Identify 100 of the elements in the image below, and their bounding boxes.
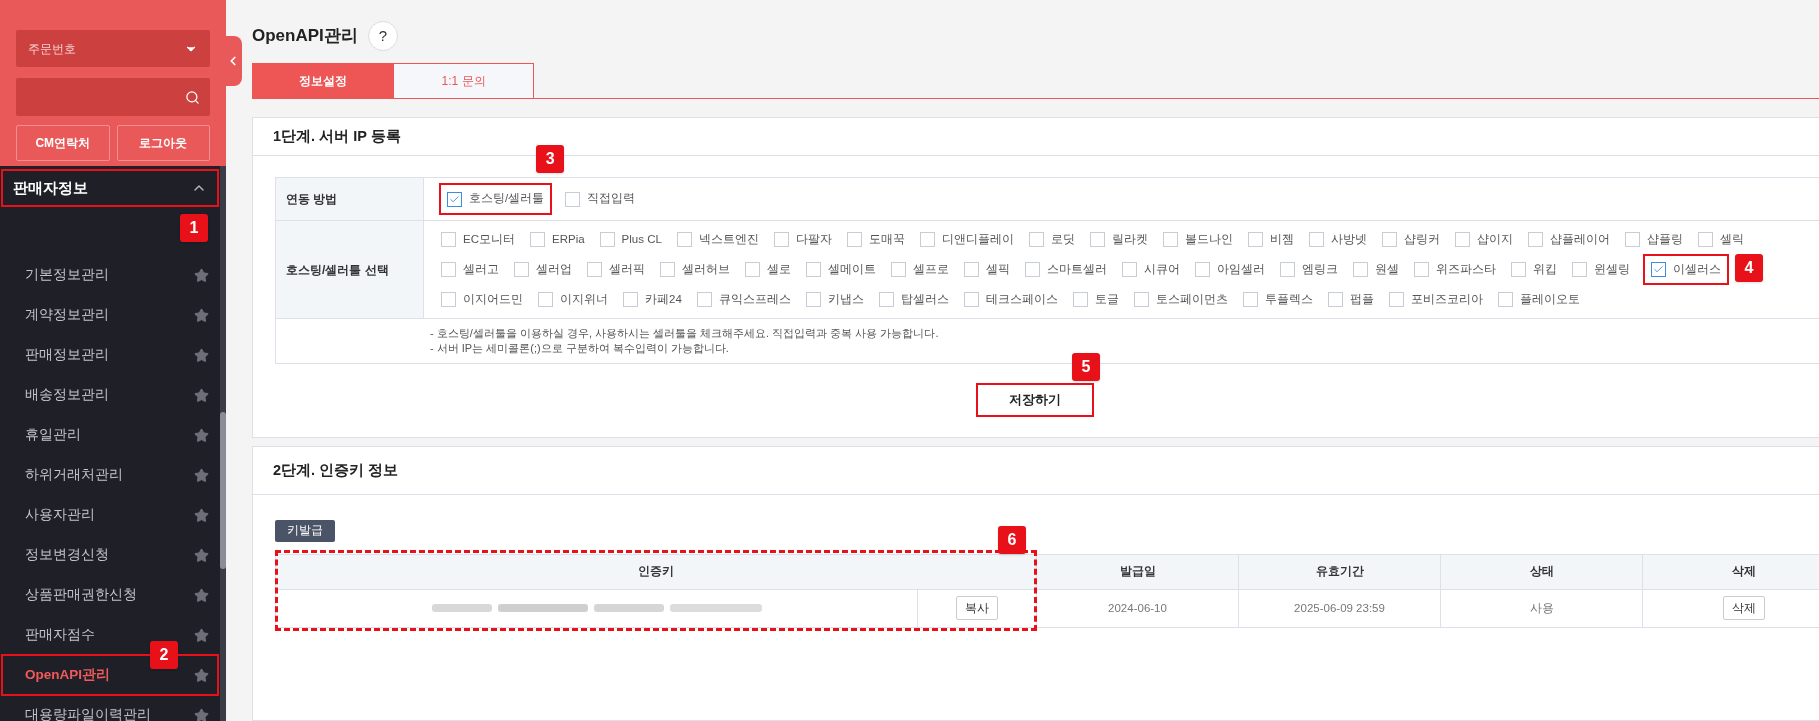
- checkbox[interactable]: [1133, 292, 1149, 308]
- sidebar-item[interactable]: 판매자점수: [25, 624, 95, 646]
- checkbox[interactable]: [587, 262, 602, 277]
- checkbox[interactable]: [1308, 231, 1324, 247]
- step-badge: 6: [998, 525, 1026, 554]
- checkbox[interactable]: [1089, 231, 1105, 247]
- save-button[interactable]: 저장하기: [976, 383, 1094, 417]
- sidebar-item[interactable]: OpenAPI관리: [25, 664, 110, 686]
- checkbox[interactable]: [447, 191, 462, 207]
- star-icon[interactable]: [194, 627, 209, 643]
- sidebar-item[interactable]: 상품판매권한신청: [25, 584, 137, 606]
- checkbox[interactable]: [623, 292, 638, 308]
- checkbox[interactable]: [599, 231, 615, 247]
- menu-section-header[interactable]: 판매자정보: [3, 171, 217, 205]
- checkbox[interactable]: [1572, 262, 1587, 277]
- checkbox[interactable]: [805, 292, 821, 308]
- sidebar-item[interactable]: 사용자관리: [25, 504, 95, 526]
- checkbox[interactable]: [745, 262, 760, 277]
- checkbox[interactable]: [1454, 231, 1470, 247]
- delete-button[interactable]: 삭제: [1722, 596, 1765, 621]
- order-type-select[interactable]: 주문번호: [16, 30, 210, 67]
- checkbox[interactable]: [919, 231, 935, 247]
- sidebar-item[interactable]: 배송정보관리: [25, 384, 109, 406]
- checkbox-label: 큐익스프레스: [718, 292, 791, 308]
- scrollbar[interactable]: [220, 166, 226, 721]
- checkbox[interactable]: [891, 262, 906, 277]
- checkbox[interactable]: [1651, 262, 1666, 277]
- checkbox[interactable]: [538, 292, 553, 308]
- checkbox-label: 키냅스: [827, 292, 864, 308]
- sidebar-item[interactable]: 하위거래처관리: [25, 464, 123, 486]
- star-icon[interactable]: [194, 347, 209, 363]
- checkbox[interactable]: [514, 262, 529, 277]
- checkbox[interactable]: [1388, 292, 1404, 308]
- checkbox[interactable]: [1072, 292, 1088, 308]
- sidebar-item[interactable]: 기본정보관리: [25, 264, 109, 286]
- checkbox[interactable]: [806, 262, 821, 277]
- sidebar-item[interactable]: 휴일관리: [25, 424, 81, 446]
- checkbox[interactable]: [1527, 231, 1543, 247]
- star-icon[interactable]: [194, 507, 209, 523]
- star-icon[interactable]: [194, 267, 209, 283]
- checkbox[interactable]: [1242, 292, 1258, 308]
- star-icon[interactable]: [194, 547, 209, 563]
- checkbox[interactable]: [441, 262, 456, 277]
- checkbox-label: 아임셀러: [1217, 261, 1265, 277]
- search-field[interactable]: [16, 78, 210, 116]
- star-icon[interactable]: [194, 467, 209, 483]
- checkbox[interactable]: [1122, 262, 1137, 277]
- checkbox[interactable]: [963, 292, 979, 308]
- checkbox-label: 셀메이트: [828, 261, 876, 277]
- star-icon[interactable]: [194, 387, 209, 403]
- checkbox[interactable]: [1353, 262, 1368, 277]
- checkbox[interactable]: [1025, 262, 1040, 277]
- issue-key-button[interactable]: 키발급: [275, 519, 335, 542]
- checkbox[interactable]: [1028, 231, 1044, 247]
- checkbox[interactable]: [773, 231, 789, 247]
- checkbox[interactable]: [660, 262, 675, 277]
- step-badge: 3: [536, 145, 565, 174]
- checkbox[interactable]: [1381, 231, 1397, 247]
- search-icon[interactable]: [185, 89, 200, 105]
- field-label: 호스팅/셀러툴 선택: [286, 261, 389, 279]
- checkbox[interactable]: [1247, 231, 1263, 247]
- checkbox-label: 사방넷: [1330, 231, 1367, 247]
- help-button[interactable]: ?: [367, 21, 398, 51]
- checkbox[interactable]: [1511, 262, 1526, 277]
- checkbox[interactable]: [441, 292, 456, 308]
- checkbox[interactable]: [565, 191, 581, 207]
- checkbox[interactable]: [846, 231, 862, 247]
- copy-button[interactable]: 복사: [956, 596, 998, 621]
- checkbox[interactable]: [1327, 292, 1343, 308]
- checkbox[interactable]: [1697, 231, 1713, 247]
- checkbox[interactable]: [1624, 231, 1640, 247]
- checkbox[interactable]: [530, 231, 545, 247]
- collapse-button[interactable]: [224, 36, 242, 86]
- sidebar-item[interactable]: 정보변경신청: [25, 544, 109, 566]
- checkbox[interactable]: [1195, 262, 1210, 277]
- checkbox[interactable]: [878, 292, 894, 308]
- star-icon[interactable]: [194, 587, 209, 603]
- checkbox[interactable]: [1414, 262, 1429, 277]
- checkbox[interactable]: [676, 231, 692, 247]
- checkbox[interactable]: [1280, 262, 1295, 277]
- checkbox[interactable]: [964, 262, 979, 277]
- checkbox-label: 이지위너: [560, 292, 608, 308]
- sidebar-item[interactable]: 대용량파일이력관리: [25, 704, 151, 721]
- checkbox-label: 도매꾹: [868, 231, 905, 247]
- star-icon[interactable]: [194, 427, 209, 443]
- checkbox[interactable]: [1497, 292, 1513, 308]
- checkbox[interactable]: [1162, 231, 1178, 247]
- page-title: OpenAPI관리: [252, 25, 358, 48]
- checkbox-label: 샵플링: [1646, 231, 1683, 247]
- column-header: 유효기간: [1238, 554, 1441, 590]
- star-icon[interactable]: [194, 667, 209, 683]
- field-label: 연동 방법: [286, 191, 338, 208]
- checkbox[interactable]: [696, 292, 712, 308]
- star-icon[interactable]: [194, 707, 209, 721]
- star-icon[interactable]: [194, 307, 209, 323]
- checkbox-label: 로딧: [1050, 231, 1075, 247]
- sidebar-item[interactable]: 판매정보관리: [25, 344, 109, 366]
- sidebar-item[interactable]: 계약정보관리: [25, 304, 109, 326]
- checkbox[interactable]: [441, 231, 456, 247]
- checkbox-label: 릴라켓: [1111, 231, 1148, 247]
